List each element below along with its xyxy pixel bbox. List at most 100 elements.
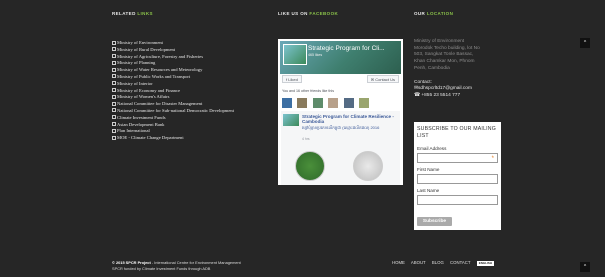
facebook-page-name[interactable]: Strategic Program for Cli...: [308, 45, 385, 52]
facebook-heading-highlight: FACEBOOK: [309, 11, 339, 16]
related-links-heading-prefix: RELATED: [112, 11, 136, 16]
related-link[interactable]: MOE - Climate Change Department: [112, 135, 272, 142]
facebook-post-image[interactable]: [353, 151, 383, 181]
location-heading: OUR LOCATION: [414, 11, 453, 16]
related-link[interactable]: Climate Investment Funds: [112, 115, 272, 122]
last-name-field[interactable]: [417, 195, 498, 205]
footer-nav: HOME ABOUT BLOG CONTACT ENGLISH: [392, 260, 499, 266]
external-link-icon: [112, 47, 116, 52]
location-heading-prefix: OUR: [414, 11, 426, 16]
copyright-text: © 2015 SPCR Project - International Cent…: [112, 260, 241, 265]
contact-email[interactable]: ✉sdhspcrltd17@gmail.com: [414, 86, 504, 93]
related-link[interactable]: National Committee for Disaster Manageme…: [112, 101, 272, 108]
address-line: Khan Chamkar Mon, Phnom: [414, 59, 475, 65]
external-link-icon: [112, 60, 116, 65]
footer-nav-blog[interactable]: BLOG: [432, 260, 444, 265]
external-link-icon: [112, 54, 116, 59]
related-link-label[interactable]: Ministry of Women's Affairs: [117, 94, 169, 99]
related-link-label[interactable]: Ministry of Rural Development: [117, 47, 175, 52]
facebook-post[interactable]: Strategic Program for Climate Resilience…: [281, 111, 400, 185]
related-link-label[interactable]: Ministry of Economy and Finance: [117, 88, 180, 93]
related-link[interactable]: Ministry of Planning: [112, 60, 272, 67]
friend-avatar[interactable]: [328, 98, 339, 108]
related-link[interactable]: Ministry of Rural Development: [112, 47, 272, 54]
address-line: Penh, Cambodia: [414, 65, 450, 71]
facebook-page-widget[interactable]: Strategic Program for Cli... 465 likes f…: [278, 39, 403, 185]
related-link-label[interactable]: MOE - Climate Change Department: [117, 135, 184, 140]
related-link-label[interactable]: Asian Development Bank: [117, 122, 164, 127]
footer-nav-home[interactable]: HOME: [392, 260, 405, 265]
related-link-label[interactable]: Climate Investment Funds: [117, 115, 166, 120]
first-name-label: First Name: [417, 167, 440, 172]
email-label: Email Address: [417, 146, 447, 151]
facebook-liked-button[interactable]: f Liked: [282, 75, 302, 83]
facebook-post-text: ម្សៅប៉ុន្មានប្រភេទលើកម្ពុជា (ឈ្មោះផលិតផល…: [302, 125, 380, 130]
external-link-icon: [112, 67, 116, 72]
related-link-label[interactable]: Plan International: [117, 128, 150, 133]
related-link[interactable]: Ministry of Interior: [112, 81, 272, 88]
related-link[interactable]: National Committee for Sub-national Demo…: [112, 108, 272, 115]
last-name-label: Last Name: [417, 188, 440, 193]
mailing-list-title: SUBSCRIBE TO OUR MAILING LIST: [417, 126, 496, 139]
contact-phone: ☎ +855 23 5514 777: [414, 93, 504, 100]
email-field[interactable]: *: [417, 153, 498, 163]
facebook-contact-button[interactable]: ✉ Contact Us: [366, 75, 399, 83]
related-link-label[interactable]: Ministry of Planning: [117, 60, 155, 65]
contact-email-text[interactable]: sdhspcrltd17@gmail.com: [418, 86, 472, 91]
first-name-field[interactable]: [417, 174, 498, 184]
chevron-up-icon: ^: [583, 264, 587, 270]
external-link-icon: [112, 135, 116, 140]
external-link-icon: [112, 81, 116, 86]
related-link-label[interactable]: National Committee for Sub-national Demo…: [117, 108, 234, 113]
related-link-label[interactable]: Ministry of Public Works and Transport: [117, 74, 190, 79]
related-link-label[interactable]: Ministry of Agriculture, Forestry and Fi…: [117, 54, 203, 59]
related-link-label[interactable]: Ministry of Environment: [117, 40, 163, 45]
related-link-label[interactable]: Ministry of Interior: [117, 81, 153, 86]
facebook-post-title[interactable]: Strategic Program for Climate Resilience…: [302, 114, 397, 125]
funding-text: SPCR funded by Climate Investment Funds …: [112, 266, 211, 271]
related-link-label[interactable]: Ministry of Water Resources and Meteorol…: [117, 67, 202, 72]
facebook-profile-image[interactable]: [283, 44, 307, 65]
external-link-icon: [112, 128, 116, 133]
related-link[interactable]: Ministry of Water Resources and Meteorol…: [112, 67, 272, 74]
address-line: Ministry of Environment: [414, 39, 465, 44]
copyright-project[interactable]: © 2015 SPCR Project: [112, 260, 151, 265]
location-heading-highlight: LOCATION: [426, 11, 454, 16]
footer-nav-contact[interactable]: CONTACT: [450, 260, 470, 265]
facebook-likes-count: 465 likes: [308, 53, 323, 57]
related-link[interactable]: Ministry of Women's Affairs: [112, 94, 272, 101]
external-link-icon: [112, 40, 116, 45]
back-to-top-button[interactable]: ^: [580, 38, 590, 48]
friend-avatar[interactable]: [297, 98, 308, 108]
mailing-list-form: SUBSCRIBE TO OUR MAILING LIST Email Addr…: [414, 122, 501, 230]
related-link[interactable]: Ministry of Public Works and Transport: [112, 74, 272, 81]
external-link-icon: [112, 94, 116, 99]
external-link-icon: [112, 74, 116, 79]
facebook-friends-text: You and 16 other friends like this: [282, 89, 335, 93]
friend-avatar[interactable]: [343, 98, 354, 108]
language-selector[interactable]: ENGLISH: [476, 260, 495, 266]
related-link[interactable]: Asian Development Bank: [112, 122, 272, 129]
facebook-icon: f: [286, 77, 288, 82]
facebook-heading-prefix: LIKE US ON: [278, 11, 308, 16]
facebook-heading: LIKE US ON FACEBOOK: [278, 11, 338, 16]
friend-avatar[interactable]: [282, 98, 292, 108]
related-links-heading-highlight: LINKS: [137, 11, 153, 16]
related-link[interactable]: Ministry of Agriculture, Forestry and Fi…: [112, 54, 272, 61]
subscribe-button[interactable]: Subscribe: [417, 217, 452, 226]
related-link[interactable]: Ministry of Environment: [112, 40, 272, 47]
related-link-label[interactable]: National Committee for Disaster Manageme…: [117, 101, 202, 106]
related-links-list: Ministry of Environment Ministry of Rura…: [112, 40, 272, 142]
envelope-icon: ✉: [370, 77, 375, 82]
external-link-icon: [112, 101, 116, 106]
external-link-icon: [112, 115, 116, 120]
copyright-org[interactable]: - International Centre for Environment M…: [151, 260, 241, 265]
scroll-top-button[interactable]: ^: [580, 262, 590, 272]
friend-avatar[interactable]: [312, 98, 323, 108]
related-link[interactable]: Ministry of Economy and Finance: [112, 88, 272, 95]
facebook-post-image[interactable]: [295, 151, 325, 181]
related-link[interactable]: Plan International: [112, 128, 272, 135]
footer-nav-about[interactable]: ABOUT: [411, 260, 426, 265]
facebook-cover-image[interactable]: Strategic Program for Cli... 465 likes: [280, 41, 401, 74]
friend-avatar[interactable]: [359, 98, 370, 108]
